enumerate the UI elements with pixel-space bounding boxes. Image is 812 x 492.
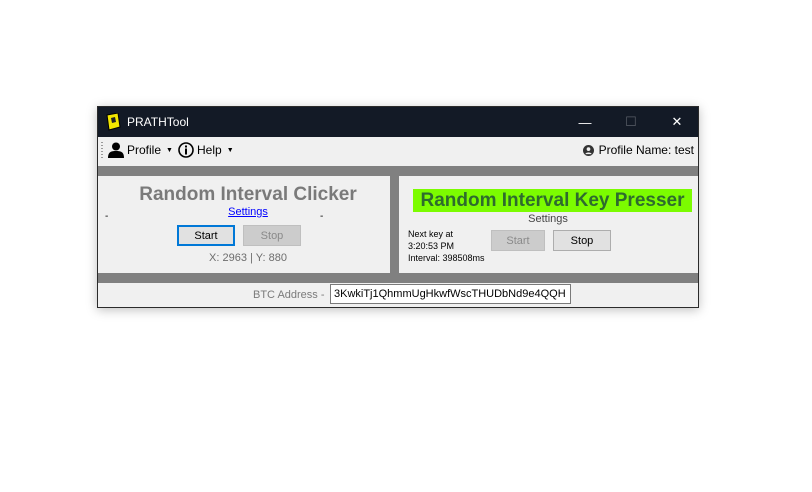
info-icon	[178, 142, 194, 158]
close-button[interactable]: ✕	[654, 107, 700, 137]
btc-address-label: BTC Address -	[253, 289, 325, 301]
key-presser-stop-button[interactable]: Stop	[553, 230, 611, 251]
clicker-settings-link[interactable]: Settings	[98, 206, 398, 218]
title-bar[interactable]: PRATHTool — ☐ ✕	[98, 107, 698, 137]
next-key-line1: Next key at	[408, 229, 454, 239]
profile-name-display: Profile Name: test	[582, 140, 694, 160]
minimize-button[interactable]: —	[562, 107, 608, 137]
clicker-dash-left: -	[105, 211, 109, 222]
profile-menu-label: Profile	[127, 143, 162, 157]
toolbar-grip[interactable]	[101, 142, 103, 158]
btc-address-field[interactable]	[330, 284, 571, 304]
cursor-coordinates: X: 2963 | Y: 880	[209, 252, 287, 264]
clicker-title: Random Interval Clicker	[139, 184, 357, 205]
separator-bar-bottom	[98, 273, 698, 283]
window-title: PRATHTool	[127, 115, 189, 129]
user-icon	[108, 142, 124, 158]
clicker-start-button[interactable]: Start	[177, 225, 235, 246]
clicker-dash-right: -	[320, 211, 324, 222]
app-window: PRATHTool — ☐ ✕ Profile ▼ Help ▼ Profile…	[97, 106, 699, 308]
key-presser-start-button[interactable]: Start	[491, 230, 545, 251]
maximize-button[interactable]: ☐	[608, 107, 654, 137]
app-icon	[106, 113, 121, 131]
clicker-stop-button[interactable]: Stop	[243, 225, 301, 246]
separator-bar-top	[98, 166, 698, 176]
account-circle-icon	[582, 144, 594, 156]
profile-name-label: Profile Name: test	[598, 143, 694, 157]
interval-text: Interval: 398508ms	[408, 253, 485, 263]
key-presser-title: Random Interval Key Presser	[413, 189, 692, 212]
key-presser-settings-label[interactable]: Settings	[400, 213, 696, 225]
chevron-down-icon: ▼	[226, 146, 234, 154]
next-key-info: Next key at 3:20:53 PM Interval: 398508m…	[408, 228, 485, 264]
next-key-time: 3:20:53 PM	[408, 241, 455, 251]
profile-menu[interactable]: Profile ▼	[108, 140, 173, 160]
help-menu-label: Help	[197, 143, 222, 157]
chevron-down-icon: ▼	[166, 146, 173, 154]
menu-bar: Profile ▼ Help ▼ Profile Name: test	[98, 137, 698, 163]
help-menu[interactable]: Help ▼	[178, 140, 234, 160]
